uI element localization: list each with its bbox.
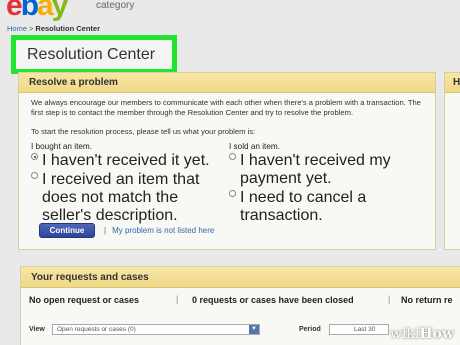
radio-option-cancel-transaction[interactable]: I need to cancel a transaction. [229, 189, 409, 225]
period-label: Period [299, 326, 321, 333]
stat-divider: | [388, 294, 391, 304]
radio-button[interactable] [229, 153, 236, 160]
link-separator: | [104, 226, 107, 235]
requests-panel-title: Your requests and cases [21, 267, 460, 288]
breadcrumb: Home > Resolution Center [7, 24, 100, 33]
page-title-highlight: Resolution Center [11, 35, 177, 74]
radio-label: I haven't received it yet. [42, 152, 210, 169]
return-requests-stat: No return re [401, 295, 453, 305]
ebay-logo[interactable]: ebay [6, 0, 68, 21]
radio-button[interactable] [229, 190, 236, 197]
breadcrumb-separator: > [29, 24, 34, 33]
prompt-text: To start the resolution process, please … [31, 127, 256, 136]
view-select[interactable]: Open requests or cases (0) ▼ [52, 324, 260, 335]
breadcrumb-home-link[interactable]: Home [7, 24, 27, 33]
page-title: Resolution Center [27, 46, 156, 63]
continue-button[interactable]: Continue [39, 223, 95, 238]
radio-option-not-as-described[interactable]: I received an item that does not match t… [31, 171, 211, 225]
wikihow-watermark: wikiHow [389, 326, 454, 342]
sold-item-group: I sold an item. I haven't received my pa… [229, 142, 409, 225]
dropdown-arrow-icon: ▼ [249, 325, 259, 334]
radio-label: I need to cancel a transaction. [240, 189, 367, 224]
panel-actions: Continue | My problem is not listed here [39, 223, 214, 238]
category-label[interactable]: category [96, 0, 134, 11]
bought-group-title: I bought an item. [31, 142, 92, 151]
radio-button[interactable] [31, 172, 38, 179]
stat-divider: | [176, 294, 179, 304]
radio-label: I received an item that does not match t… [42, 171, 200, 224]
bought-item-group: I bought an item. I haven't received it … [31, 142, 211, 225]
radio-label: I haven't received my payment yet. [240, 152, 391, 187]
problem-not-listed-link[interactable]: My problem is not listed here [112, 226, 214, 235]
radio-option-not-received[interactable]: I haven't received it yet. [31, 152, 211, 170]
period-select[interactable]: Last 30 [329, 324, 389, 335]
panel-title: Resolve a problem [19, 73, 435, 93]
help-side-panel: H [444, 72, 460, 250]
radio-option-no-payment[interactable]: I haven't received my payment yet. [229, 152, 409, 188]
resolve-problem-panel: Resolve a problem We always encourage ou… [18, 72, 436, 250]
period-select-value: Last 30 [354, 326, 376, 333]
side-panel-title: H [445, 73, 460, 93]
view-select-value: Open requests or cases (0) [57, 326, 136, 333]
breadcrumb-current: Resolution Center [35, 24, 100, 33]
sold-group-title: I sold an item. [229, 142, 280, 151]
closed-cases-stat: 0 requests or cases have been closed [192, 295, 354, 305]
intro-text: We always encourage our members to commu… [31, 98, 421, 117]
open-cases-stat: No open request or cases [29, 295, 140, 305]
radio-button-selected[interactable] [31, 153, 38, 160]
view-label: View [29, 326, 45, 333]
panel-body: We always encourage our members to commu… [19, 93, 435, 137]
